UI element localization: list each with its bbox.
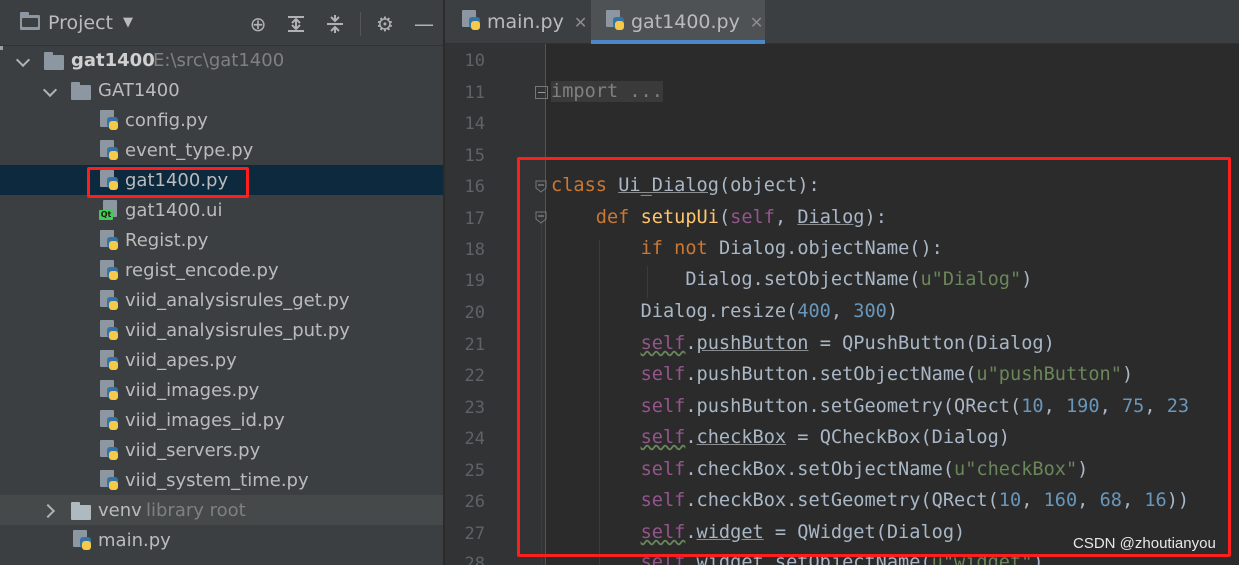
tree-item-file[interactable]: viid_analysisrules_get.py [0,285,443,315]
line-number: 21 [464,335,485,355]
python-file-icon [99,349,119,371]
tree-item-label: viid_servers.py [125,439,261,461]
tree-item-package[interactable]: GAT1400 [0,75,443,106]
tree-item-file[interactable]: regist_encode.py [0,255,443,285]
python-file-icon [605,9,625,36]
chevron-down-icon[interactable] [43,83,57,97]
tree-item-label: GAT1400 [98,79,180,101]
python-file-icon [99,319,119,341]
tree-item-label: config.py [125,109,208,131]
python-file-icon [99,439,119,461]
line-number: 18 [464,240,485,260]
line-number: 28 [464,554,485,565]
tab-gat1400-py[interactable]: gat1400.py ✕ [591,0,765,44]
tree-item-label: Regist.py [125,229,209,251]
qt-ui-file-icon: Qt [99,199,119,221]
folder-icon [44,52,64,76]
python-file-icon [99,139,119,161]
python-file-icon [99,109,119,131]
tree-item-file[interactable]: Qt gat1400.ui [0,195,443,225]
tree-item-label: venv [98,499,142,521]
line-number: 10 [464,51,485,71]
folder-icon [71,82,91,106]
python-file-icon [99,259,119,281]
tree-item-label: viid_apes.py [125,349,237,371]
line-number: 23 [464,398,485,418]
tab-main-py[interactable]: main.py ✕ [445,0,591,44]
watermark: CSDN @zhoutianyou [1073,535,1216,552]
tree-item-file[interactable]: viid_system_time.py [0,465,443,495]
tab-label: main.py [487,11,564,33]
tree-item-label: regist_encode.py [125,259,279,281]
tree-item-file[interactable]: viid_images.py [0,375,443,405]
tree-item-file[interactable]: Regist.py [0,225,443,255]
tree-item-file[interactable]: viid_analysisrules_put.py [0,315,443,345]
highlight-box-code [517,157,1231,557]
python-file-icon [99,469,119,491]
fold-marker[interactable] [535,86,548,99]
tree-item-file[interactable]: viid_apes.py [0,345,443,375]
python-file-icon [99,379,119,401]
close-icon[interactable]: ✕ [750,13,763,32]
collapsed-import[interactable]: import ... [551,81,663,102]
header-separator [360,12,361,36]
tree-item-label: viid_analysisrules_put.py [125,319,350,341]
tree-item-venv[interactable]: venv library root [0,495,443,526]
active-tab-indicator [591,40,765,44]
python-file-icon [99,409,119,431]
tree-item-root[interactable]: gat1400 E:\src\gat1400 [0,45,443,76]
collapse-all-icon[interactable] [323,12,347,36]
highlight-box-file [87,167,249,198]
tree-item-file[interactable]: viid_servers.py [0,435,443,465]
tree-item-label: event_type.py [125,139,254,161]
line-number: 27 [464,524,485,544]
tree-item-file[interactable]: event_type.py [0,135,443,165]
chevron-down-icon[interactable]: ▼ [123,15,133,30]
tree-item-label: viid_system_time.py [125,469,309,491]
line-number: 14 [464,114,485,134]
tree-item-label: viid_images.py [125,379,260,401]
folder-icon [71,502,91,526]
project-panel: Project ▼ ⊕ ⚙ — gat1400 E:\src\gat1400 GAT… [0,0,444,565]
editor-tab-bar: main.py ✕ gat1400.py ✕ [445,0,1239,44]
close-icon[interactable]: ✕ [574,13,587,32]
hide-panel-icon[interactable]: — [412,12,436,36]
project-folder-icon [20,12,40,30]
chevron-right-icon[interactable] [43,503,57,517]
tree-item-label: main.py [98,529,171,551]
line-number: 24 [464,429,485,449]
line-number: 25 [464,461,485,481]
tree-item-file[interactable]: config.py [0,105,443,135]
line-number: 26 [464,492,485,512]
line-number: 20 [464,303,485,323]
code-line-11[interactable]: import ... [551,78,663,106]
project-panel-header: Project ▼ ⊕ ⚙ — [0,0,443,46]
line-number: 19 [464,271,485,291]
tree-item-label: gat1400.ui [125,199,223,221]
tab-label: gat1400.py [631,11,740,33]
tree-item-label: viid_analysisrules_get.py [125,289,350,311]
python-file-icon [72,529,92,551]
tree-item-label: viid_images_id.py [125,409,285,431]
python-file-icon [461,9,481,36]
gear-icon[interactable]: ⚙ [373,12,397,36]
line-number: 22 [464,366,485,386]
tree-item-main[interactable]: main.py [0,525,443,555]
python-file-icon [99,289,119,311]
expand-all-icon[interactable] [284,12,308,36]
tree-item-file[interactable]: viid_images_id.py [0,405,443,435]
locate-icon[interactable]: ⊕ [246,12,270,36]
line-number: 15 [464,146,485,166]
project-path: E:\src\gat1400 [153,49,285,71]
chevron-down-icon[interactable] [16,53,30,67]
tree-item-label: gat1400 [71,49,155,71]
line-number: 17 [464,209,485,229]
line-number: 11 [464,83,485,103]
line-number: 16 [464,177,485,197]
library-root-note: library root [146,499,246,521]
project-title[interactable]: Project [48,12,113,34]
python-file-icon [99,229,119,251]
